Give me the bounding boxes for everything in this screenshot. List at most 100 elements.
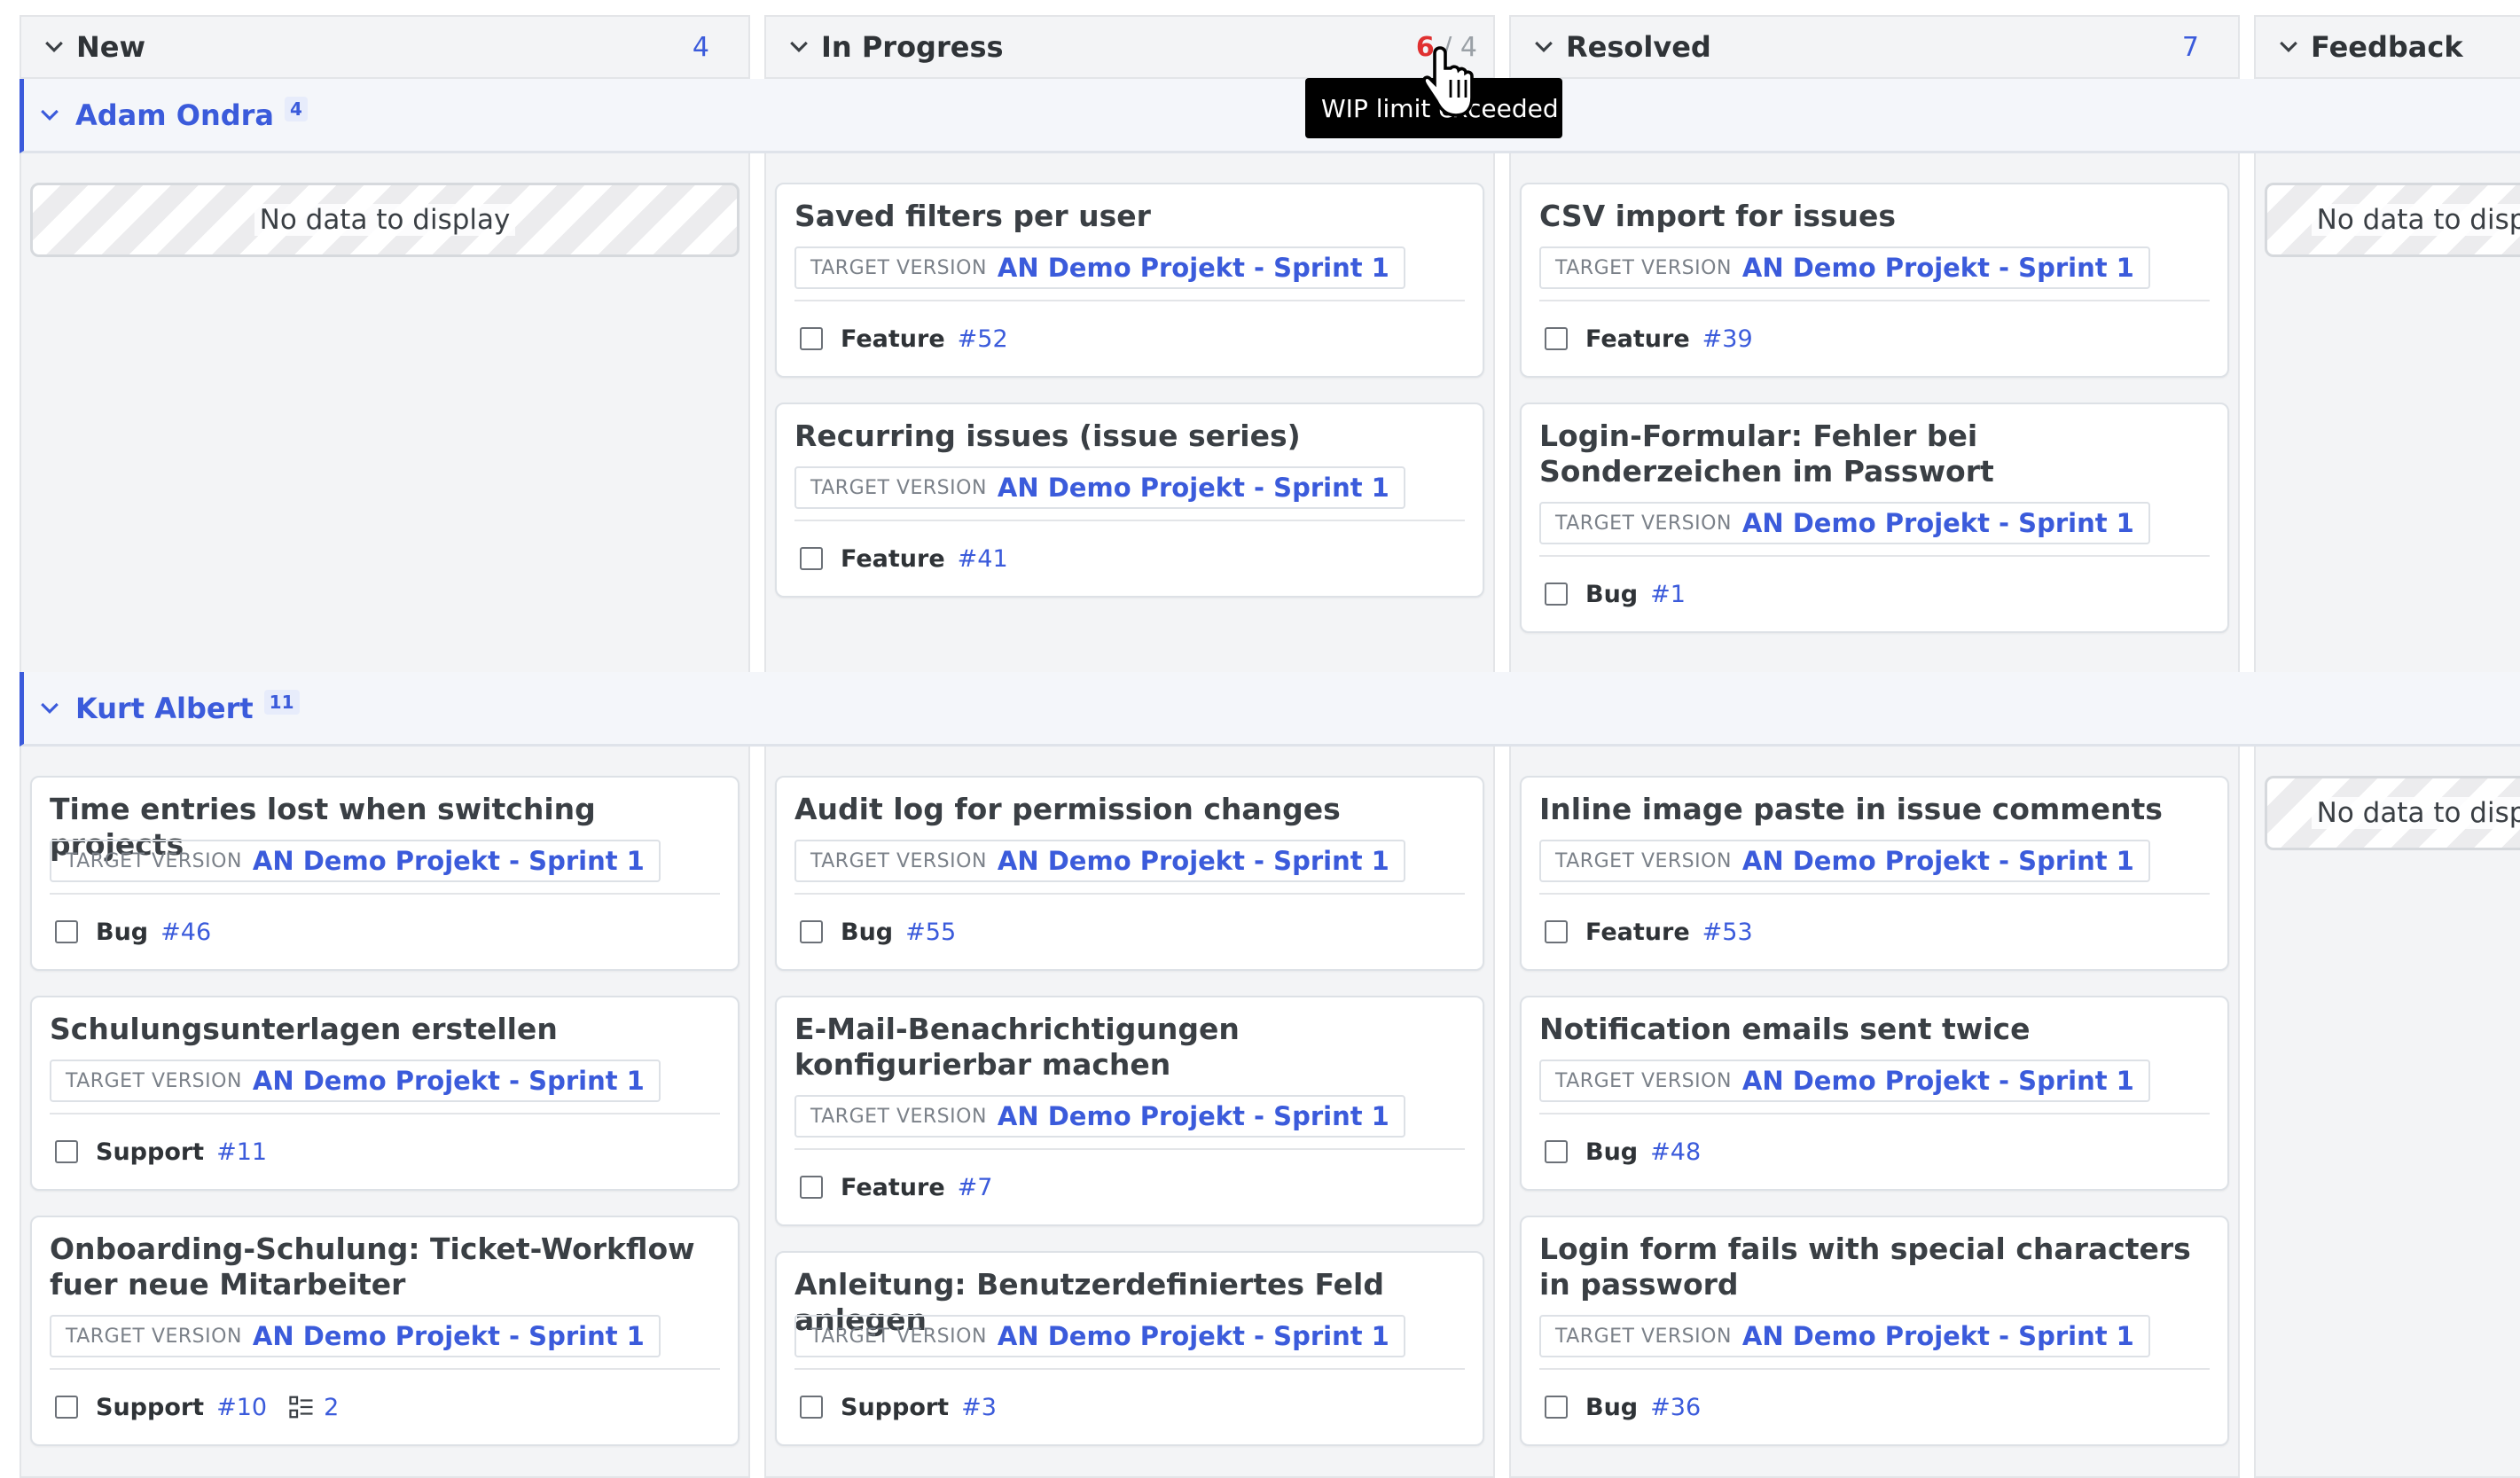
issue-card[interactable]: Time entries lost when switching project…	[30, 776, 740, 971]
issue-title[interactable]: Saved filters per user	[794, 199, 1465, 234]
target-version-link[interactable]: AN Demo Projekt - Sprint 1	[998, 473, 1389, 503]
issue-id-link[interactable]: #41	[958, 545, 1008, 573]
issue-title[interactable]: Login-Formular: Fehler bei Sonderzeichen…	[1539, 418, 2210, 489]
target-version-label: TARGET VERSION	[810, 849, 987, 872]
hand-pointer-icon	[1422, 46, 1474, 117]
issue-id-link[interactable]: #46	[160, 919, 211, 946]
issue-card[interactable]: E-Mail-Benachrichtigungen konfigurierbar…	[775, 996, 1484, 1226]
target-version: TARGET VERSION AN Demo Projekt - Sprint …	[1539, 502, 2150, 544]
target-version-label: TARGET VERSION	[1555, 1069, 1732, 1092]
empty-text: No data to display	[2311, 797, 2520, 829]
target-version-link[interactable]: AN Demo Projekt - Sprint 1	[253, 846, 645, 876]
swimlane-kurt-albert[interactable]: Kurt Albert 11	[20, 672, 2520, 747]
target-version-link[interactable]: AN Demo Projekt - Sprint 1	[253, 1066, 645, 1096]
column-header-resolved[interactable]: Resolved 7	[1509, 15, 2240, 79]
issue-checkbox[interactable]	[55, 920, 78, 943]
issue-checkbox[interactable]	[1545, 1140, 1568, 1163]
issue-title[interactable]: E-Mail-Benachrichtigungen konfigurierbar…	[794, 1012, 1465, 1083]
issue-title[interactable]: Notification emails sent twice	[1539, 1012, 2210, 1047]
issue-id-link[interactable]: #10	[216, 1394, 267, 1421]
issue-title[interactable]: Schulungsunterlagen erstellen	[50, 1012, 720, 1047]
tracker-label: Feature	[841, 325, 945, 353]
issue-card[interactable]: Schulungsunterlagen erstellen TARGET VER…	[30, 996, 740, 1191]
column-title: Resolved	[1566, 30, 1711, 64]
issue-title[interactable]: Onboarding-Schulung: Ticket-Workflow fue…	[50, 1232, 720, 1302]
target-version: TARGET VERSION AN Demo Projekt - Sprint …	[50, 1315, 661, 1357]
issue-title[interactable]: Inline image paste in issue comments	[1539, 792, 2210, 827]
target-version-link[interactable]: AN Demo Projekt - Sprint 1	[253, 1321, 645, 1351]
chevron-down-icon[interactable]	[1530, 34, 1557, 60]
chevron-down-icon[interactable]	[2275, 34, 2302, 60]
tracker-label: Feature	[1585, 918, 1690, 946]
subtasks-indicator[interactable]: 2	[288, 1394, 339, 1421]
target-version: TARGET VERSION AN Demo Projekt - Sprint …	[794, 840, 1405, 882]
target-version-label: TARGET VERSION	[66, 849, 242, 872]
issue-card[interactable]: Onboarding-Schulung: Ticket-Workflow fue…	[30, 1216, 740, 1446]
issue-checkbox[interactable]	[1545, 583, 1568, 606]
issue-checkbox[interactable]	[1545, 920, 1568, 943]
column-header-feedback[interactable]: Feedback	[2254, 15, 2520, 79]
issue-checkbox[interactable]	[800, 1396, 823, 1419]
issue-id-link[interactable]: #53	[1702, 919, 1753, 946]
issue-card[interactable]: Inline image paste in issue comments TAR…	[1520, 776, 2229, 971]
issue-checkbox[interactable]	[55, 1140, 78, 1163]
issue-checkbox[interactable]	[800, 920, 823, 943]
tracker-label: Feature	[841, 1173, 945, 1201]
target-version-link[interactable]: AN Demo Projekt - Sprint 1	[998, 1321, 1389, 1351]
issue-checkbox[interactable]	[800, 547, 823, 570]
issue-title[interactable]: CSV import for issues	[1539, 199, 2210, 234]
target-version-link[interactable]: AN Demo Projekt - Sprint 1	[1742, 508, 2134, 538]
issue-checkbox[interactable]	[1545, 327, 1568, 350]
card-divider	[794, 1148, 1465, 1150]
issue-id-link[interactable]: #3	[961, 1394, 997, 1421]
issue-card[interactable]: Notification emails sent twice TARGET VE…	[1520, 996, 2229, 1191]
swimlane-count-badge: 11	[263, 689, 300, 715]
subtask-count: 2	[324, 1393, 340, 1421]
chevron-down-icon[interactable]	[786, 34, 812, 60]
chevron-down-icon[interactable]	[36, 102, 63, 129]
target-version-link[interactable]: AN Demo Projekt - Sprint 1	[998, 1101, 1389, 1131]
issue-id-link[interactable]: #39	[1702, 325, 1753, 353]
issue-id-link[interactable]: #55	[905, 919, 956, 946]
issue-card[interactable]: Saved filters per user TARGET VERSION AN…	[775, 183, 1484, 378]
issue-id-link[interactable]: #36	[1650, 1394, 1701, 1421]
target-version-link[interactable]: AN Demo Projekt - Sprint 1	[998, 253, 1389, 283]
target-version: TARGET VERSION AN Demo Projekt - Sprint …	[1539, 246, 2150, 289]
tracker-label: Bug	[1585, 1393, 1639, 1421]
card-footer: Bug #46	[55, 914, 211, 950]
issue-card[interactable]: Login form fails with special characters…	[1520, 1216, 2229, 1446]
issue-checkbox[interactable]	[1545, 1396, 1568, 1419]
issue-id-link[interactable]: #7	[958, 1174, 993, 1201]
target-version-link[interactable]: AN Demo Projekt - Sprint 1	[1742, 253, 2134, 283]
issue-id-link[interactable]: #48	[1650, 1138, 1701, 1166]
issue-card[interactable]: Anleitung: Benutzerdefiniertes Feld anle…	[775, 1251, 1484, 1446]
target-version-link[interactable]: AN Demo Projekt - Sprint 1	[1742, 1321, 2134, 1351]
target-version-label: TARGET VERSION	[810, 476, 987, 499]
issue-card[interactable]: Audit log for permission changes TARGET …	[775, 776, 1484, 971]
chevron-down-icon[interactable]	[41, 34, 67, 60]
swimlane-adam-ondra[interactable]: Adam Ondra 4	[20, 79, 2520, 153]
issue-title[interactable]: Audit log for permission changes	[794, 792, 1465, 827]
target-version-link[interactable]: AN Demo Projekt - Sprint 1	[1742, 846, 2134, 876]
target-version-link[interactable]: AN Demo Projekt - Sprint 1	[998, 846, 1389, 876]
issue-checkbox[interactable]	[800, 327, 823, 350]
issue-checkbox[interactable]	[55, 1396, 78, 1419]
swimlane-name: Kurt Albert	[75, 691, 254, 725]
issue-title[interactable]: Login form fails with special characters…	[1539, 1232, 2210, 1302]
chevron-down-icon[interactable]	[36, 695, 63, 722]
card-divider	[1539, 893, 2210, 895]
issue-card[interactable]: Login-Formular: Fehler bei Sonderzeichen…	[1520, 403, 2229, 633]
column-header-in-progress[interactable]: In Progress 6 / 4	[764, 15, 1495, 79]
issue-id-link[interactable]: #11	[216, 1138, 267, 1166]
column-header-new[interactable]: New 4	[20, 15, 750, 79]
issue-checkbox[interactable]	[800, 1176, 823, 1199]
issue-id-link[interactable]: #1	[1650, 581, 1686, 608]
target-version: TARGET VERSION AN Demo Projekt - Sprint …	[794, 1315, 1405, 1357]
issue-title[interactable]: Recurring issues (issue series)	[794, 418, 1465, 454]
issue-card[interactable]: Recurring issues (issue series) TARGET V…	[775, 403, 1484, 598]
target-version: TARGET VERSION AN Demo Projekt - Sprint …	[50, 840, 661, 882]
target-version-link[interactable]: AN Demo Projekt - Sprint 1	[1742, 1066, 2134, 1096]
target-version-label: TARGET VERSION	[810, 256, 987, 279]
issue-id-link[interactable]: #52	[958, 325, 1008, 353]
issue-card[interactable]: CSV import for issues TARGET VERSION AN …	[1520, 183, 2229, 378]
